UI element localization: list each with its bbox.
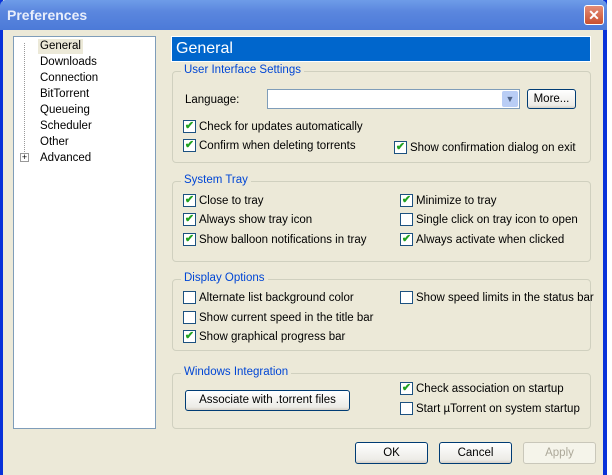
checkbox-label: Alternate list background color [199, 291, 354, 304]
checkbox-label: Show speed limits in the status bar [416, 291, 594, 304]
expand-icon[interactable]: + [20, 153, 29, 162]
check-association-checkbox[interactable]: ✔ Check association on startup [400, 382, 564, 395]
always-show-tray-checkbox[interactable]: ✔ Always show tray icon [183, 213, 312, 226]
checkbox-checked-icon[interactable]: ✔ [394, 141, 407, 154]
tree-item-label: Advanced [40, 152, 92, 164]
checkbox-label: Check association on startup [416, 382, 564, 395]
language-label: Language: [185, 94, 240, 106]
checkbox-label: Show balloon notifications in tray [199, 233, 367, 246]
checkbox-label: Always show tray icon [199, 213, 313, 226]
checkbox-label: Single click on tray icon to open [416, 213, 578, 226]
chevron-down-icon[interactable]: ▼ [502, 91, 518, 107]
always-activate-checkbox[interactable]: ✔ Always activate when clicked [400, 233, 564, 246]
start-on-startup-checkbox[interactable]: Start µTorrent on system startup [400, 402, 580, 415]
window-title: Preferences [7, 7, 88, 23]
tree-item-label: Downloads [40, 56, 97, 68]
checkbox-label: Start µTorrent on system startup [416, 402, 580, 415]
checkbox-label: Show confirmation dialog on exit [410, 141, 576, 154]
tree-item-queueing[interactable]: Queueing [38, 103, 92, 118]
category-tree[interactable]: General Downloads Connection BitTorrent … [13, 36, 156, 429]
group-legend: Windows Integration [181, 366, 292, 378]
alternate-bg-checkbox[interactable]: Alternate list background color [183, 291, 354, 304]
tree-item-other[interactable]: Other [38, 135, 71, 150]
group-legend: User Interface Settings [181, 64, 304, 76]
tree-item-label: Queueing [40, 104, 90, 116]
group-legend: Display Options [181, 272, 268, 284]
tree-item-label: Scheduler [40, 120, 92, 132]
checkbox-checked-icon[interactable]: ✔ [183, 194, 196, 207]
confirm-exit-checkbox[interactable]: ✔ Show confirmation dialog on exit [394, 141, 576, 154]
tree-item-advanced[interactable]: Advanced [38, 151, 93, 166]
checkbox-label: Always activate when clicked [416, 233, 565, 246]
group-legend: System Tray [181, 174, 251, 186]
checkbox-checked-icon[interactable]: ✔ [183, 330, 196, 343]
balloon-checkbox[interactable]: ✔ Show balloon notifications in tray [183, 233, 367, 246]
tree-item-label: Connection [40, 72, 99, 84]
graphical-progress-checkbox[interactable]: ✔ Show graphical progress bar [183, 330, 345, 343]
language-select[interactable]: ▼ [267, 89, 520, 109]
associate-button[interactable]: Associate with .torrent files [185, 390, 350, 411]
tree-item-label: BitTorrent [40, 88, 90, 100]
tree-item-bittorrent[interactable]: BitTorrent [38, 87, 91, 102]
checkbox-icon[interactable] [400, 402, 413, 415]
checkbox-icon[interactable] [400, 213, 413, 226]
checkbox-checked-icon[interactable]: ✔ [183, 233, 196, 246]
close-to-tray-checkbox[interactable]: ✔ Close to tray [183, 194, 264, 207]
cancel-button[interactable]: Cancel [439, 442, 512, 464]
checkbox-checked-icon[interactable]: ✔ [400, 233, 413, 246]
tree-item-downloads[interactable]: Downloads [38, 55, 99, 70]
tree-item-general[interactable]: General [38, 39, 83, 54]
tree-item-scheduler[interactable]: Scheduler [38, 119, 94, 134]
more-button[interactable]: More... [527, 89, 576, 109]
apply-button[interactable]: Apply [523, 442, 596, 464]
title-bar[interactable]: Preferences ✕ [0, 0, 607, 30]
checkbox-label: Confirm when deleting torrents [199, 139, 356, 152]
minimize-to-tray-checkbox[interactable]: ✔ Minimize to tray [400, 194, 497, 207]
checkbox-checked-icon[interactable]: ✔ [183, 120, 196, 133]
close-icon[interactable]: ✕ [584, 5, 604, 25]
checkbox-label: Show graphical progress bar [199, 330, 346, 343]
speed-limits-checkbox[interactable]: Show speed limits in the status bar [400, 291, 594, 304]
tree-item-label: General [40, 40, 81, 52]
check-updates-checkbox[interactable]: ✔ Check for updates automatically [183, 120, 363, 133]
checkbox-checked-icon[interactable]: ✔ [183, 213, 196, 226]
checkbox-label: Show current speed in the title bar [199, 311, 374, 324]
ok-button[interactable]: OK [355, 442, 428, 464]
checkbox-checked-icon[interactable]: ✔ [183, 139, 196, 152]
checkbox-label: Check for updates automatically [199, 120, 363, 133]
checkbox-checked-icon[interactable]: ✔ [400, 194, 413, 207]
tree-line [24, 43, 25, 158]
tree-item-connection[interactable]: Connection [38, 71, 100, 86]
checkbox-icon[interactable] [183, 291, 196, 304]
checkbox-icon[interactable] [183, 311, 196, 324]
page-title: General [171, 36, 591, 62]
speed-title-checkbox[interactable]: Show current speed in the title bar [183, 311, 374, 324]
tree-item-label: Other [40, 136, 69, 148]
checkbox-label: Close to tray [199, 194, 264, 207]
single-click-checkbox[interactable]: Single click on tray icon to open [400, 213, 578, 226]
checkbox-label: Minimize to tray [416, 194, 497, 207]
checkbox-icon[interactable] [400, 291, 413, 304]
checkbox-checked-icon[interactable]: ✔ [400, 382, 413, 395]
confirm-delete-checkbox[interactable]: ✔ Confirm when deleting torrents [183, 139, 356, 152]
